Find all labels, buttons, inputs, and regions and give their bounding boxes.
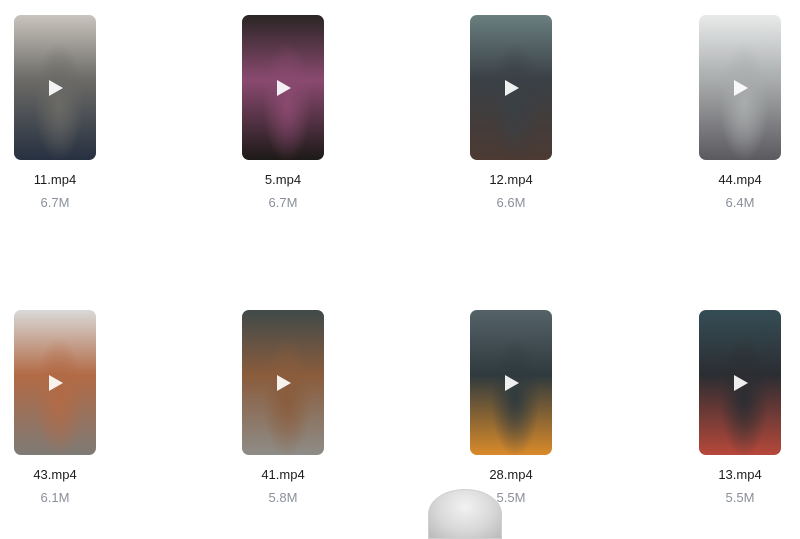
avatar[interactable] <box>428 489 502 539</box>
video-filesize: 5.8M <box>268 490 298 505</box>
video-filesize: 6.6M <box>496 195 526 210</box>
video-filename[interactable]: 41.mp4 <box>213 467 353 482</box>
play-icon[interactable] <box>501 78 521 98</box>
video-item[interactable]: 11.mp4 6.7M <box>0 15 125 225</box>
play-icon[interactable] <box>501 373 521 393</box>
video-thumbnail[interactable] <box>242 15 324 160</box>
play-icon[interactable] <box>45 78 65 98</box>
video-grid: 11.mp4 6.7M 5.mp4 6.7M 12.mp4 6.6M 44.mp4 6.4M 4… <box>0 0 800 513</box>
video-thumbnail[interactable] <box>14 15 96 160</box>
video-filesize: 6.4M <box>725 195 755 210</box>
video-item[interactable]: 41.mp4 5.8M <box>213 310 353 520</box>
video-filename[interactable]: 43.mp4 <box>0 467 125 482</box>
video-thumbnail[interactable] <box>699 310 781 455</box>
play-icon[interactable] <box>730 78 750 98</box>
video-item[interactable]: 44.mp4 6.4M <box>670 15 800 225</box>
video-thumbnail[interactable] <box>242 310 324 455</box>
video-filename[interactable]: 13.mp4 <box>670 467 800 482</box>
video-item[interactable]: 12.mp4 6.6M <box>441 15 581 225</box>
video-filename[interactable]: 5.mp4 <box>213 172 353 187</box>
video-thumbnail[interactable] <box>14 310 96 455</box>
video-filename[interactable]: 11.mp4 <box>0 172 125 187</box>
video-filesize: 6.7M <box>40 195 70 210</box>
video-filename[interactable]: 12.mp4 <box>441 172 581 187</box>
video-filesize: 6.1M <box>40 490 70 505</box>
play-icon[interactable] <box>273 373 293 393</box>
video-thumbnail[interactable] <box>699 15 781 160</box>
video-thumbnail[interactable] <box>470 15 552 160</box>
video-item[interactable]: 5.mp4 6.7M <box>213 15 353 225</box>
video-item[interactable]: 13.mp4 5.5M <box>670 310 800 520</box>
play-icon[interactable] <box>45 373 65 393</box>
video-filename[interactable]: 44.mp4 <box>670 172 800 187</box>
video-filesize: 5.5M <box>725 490 755 505</box>
video-filesize: 6.7M <box>268 195 298 210</box>
video-thumbnail[interactable] <box>470 310 552 455</box>
video-filename[interactable]: 28.mp4 <box>441 467 581 482</box>
video-item[interactable]: 43.mp4 6.1M <box>0 310 125 520</box>
play-icon[interactable] <box>730 373 750 393</box>
play-icon[interactable] <box>273 78 293 98</box>
